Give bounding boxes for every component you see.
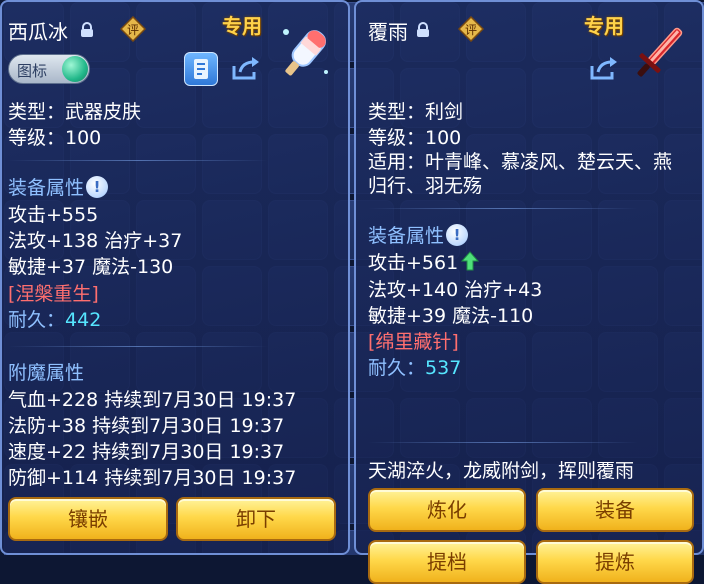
- enchant-line: 防御+114 持续到7月30日 19:37: [8, 467, 297, 489]
- item-name: 西瓜冰: [8, 20, 68, 44]
- enchant-line: 速度+22 持续到7月30日 19:37: [8, 441, 285, 463]
- share-icon[interactable]: [228, 52, 262, 86]
- item-type: 类型：武器皮肤: [8, 101, 142, 123]
- enchant-line: 气血+228 持续到7月30日 19:37: [8, 389, 297, 411]
- upgrade-button[interactable]: 提档: [368, 540, 526, 584]
- durability-value: 442: [65, 309, 102, 331]
- popsicle-icon[interactable]: [274, 22, 336, 84]
- stat-line: 法攻+140 治疗+43: [368, 279, 543, 301]
- item-tooltip-left: 西瓜冰 评 专用 图标 类型：武器皮肤 等级：100 装备属性! 攻击+555 …: [0, 0, 350, 555]
- item-description: 天湖淬火，龙威附剑，挥则覆雨: [368, 460, 635, 482]
- toggle-knob: [62, 56, 88, 82]
- refine-button[interactable]: 炼化: [368, 488, 526, 532]
- share-icon[interactable]: [586, 52, 620, 86]
- durability: 耐久：442: [8, 308, 101, 332]
- equip-button[interactable]: 装备: [536, 488, 694, 532]
- stat-line: 敏捷+37 魔法-130: [8, 256, 174, 278]
- up-arrow-icon: [461, 251, 480, 277]
- durability-label: 耐久：: [368, 357, 426, 379]
- item-type: 类型：利剑: [368, 101, 464, 123]
- attr-title: 装备属性!: [8, 176, 109, 200]
- divider: [368, 442, 638, 443]
- item-level: 等级：100: [8, 127, 102, 149]
- enchant-line: 法防+38 持续到7月30日 19:37: [8, 415, 285, 437]
- item-name: 覆雨: [368, 20, 408, 44]
- rate-badge[interactable]: 评: [119, 15, 147, 43]
- inlay-button[interactable]: 镶嵌: [8, 497, 168, 541]
- attr-title-text: 装备属性: [368, 225, 445, 247]
- attr-title: 装备属性!: [368, 224, 469, 248]
- special-effect[interactable]: [涅槃重生]: [8, 282, 99, 306]
- lock-icon: [416, 22, 430, 38]
- toggle-label: 图标: [17, 62, 48, 80]
- durability-label: 耐久：: [8, 309, 66, 331]
- item-level: 等级：100: [368, 127, 462, 149]
- rate-badge-text: 评: [127, 23, 139, 37]
- extract-button[interactable]: 提炼: [536, 540, 694, 584]
- rate-badge-text: 评: [465, 23, 477, 37]
- applicable-characters: 归行、羽无殇: [368, 175, 483, 197]
- help-icon[interactable]: !: [446, 224, 469, 246]
- enchant-title: 附魔属性: [8, 362, 85, 384]
- stat-line: 法攻+138 治疗+37: [8, 230, 183, 252]
- lock-icon: [80, 22, 94, 38]
- applicable-characters: 适用：叶青峰、慕凌风、楚云天、燕: [368, 151, 673, 173]
- divider: [8, 160, 268, 161]
- item-tooltip-right: 覆雨 评 专用 类型：利剑 等级：100 适用：叶青峰、慕凌风、楚云天、燕 归行…: [354, 0, 704, 584]
- divider: [8, 346, 268, 347]
- rate-badge[interactable]: 评: [457, 15, 485, 43]
- stat-line: 攻击+561: [368, 251, 480, 277]
- unequip-button[interactable]: 卸下: [176, 497, 336, 541]
- durability: 耐久：537: [368, 356, 461, 380]
- stat-line: 敏捷+39 魔法-110: [368, 305, 534, 327]
- stat-line: 攻击+555: [8, 204, 99, 226]
- icon-toggle[interactable]: 图标: [8, 54, 90, 84]
- help-icon[interactable]: !: [86, 176, 109, 198]
- exclusive-label: 专用: [584, 14, 624, 38]
- stat-text: 攻击+561: [368, 252, 459, 274]
- durability-value: 537: [425, 357, 462, 379]
- divider: [368, 208, 638, 209]
- info-icon[interactable]: [184, 52, 218, 86]
- exclusive-label: 专用: [222, 14, 262, 38]
- red-sword-icon[interactable]: [628, 20, 690, 82]
- special-effect[interactable]: [绵里藏针]: [368, 330, 459, 354]
- attr-title-text: 装备属性: [8, 177, 85, 199]
